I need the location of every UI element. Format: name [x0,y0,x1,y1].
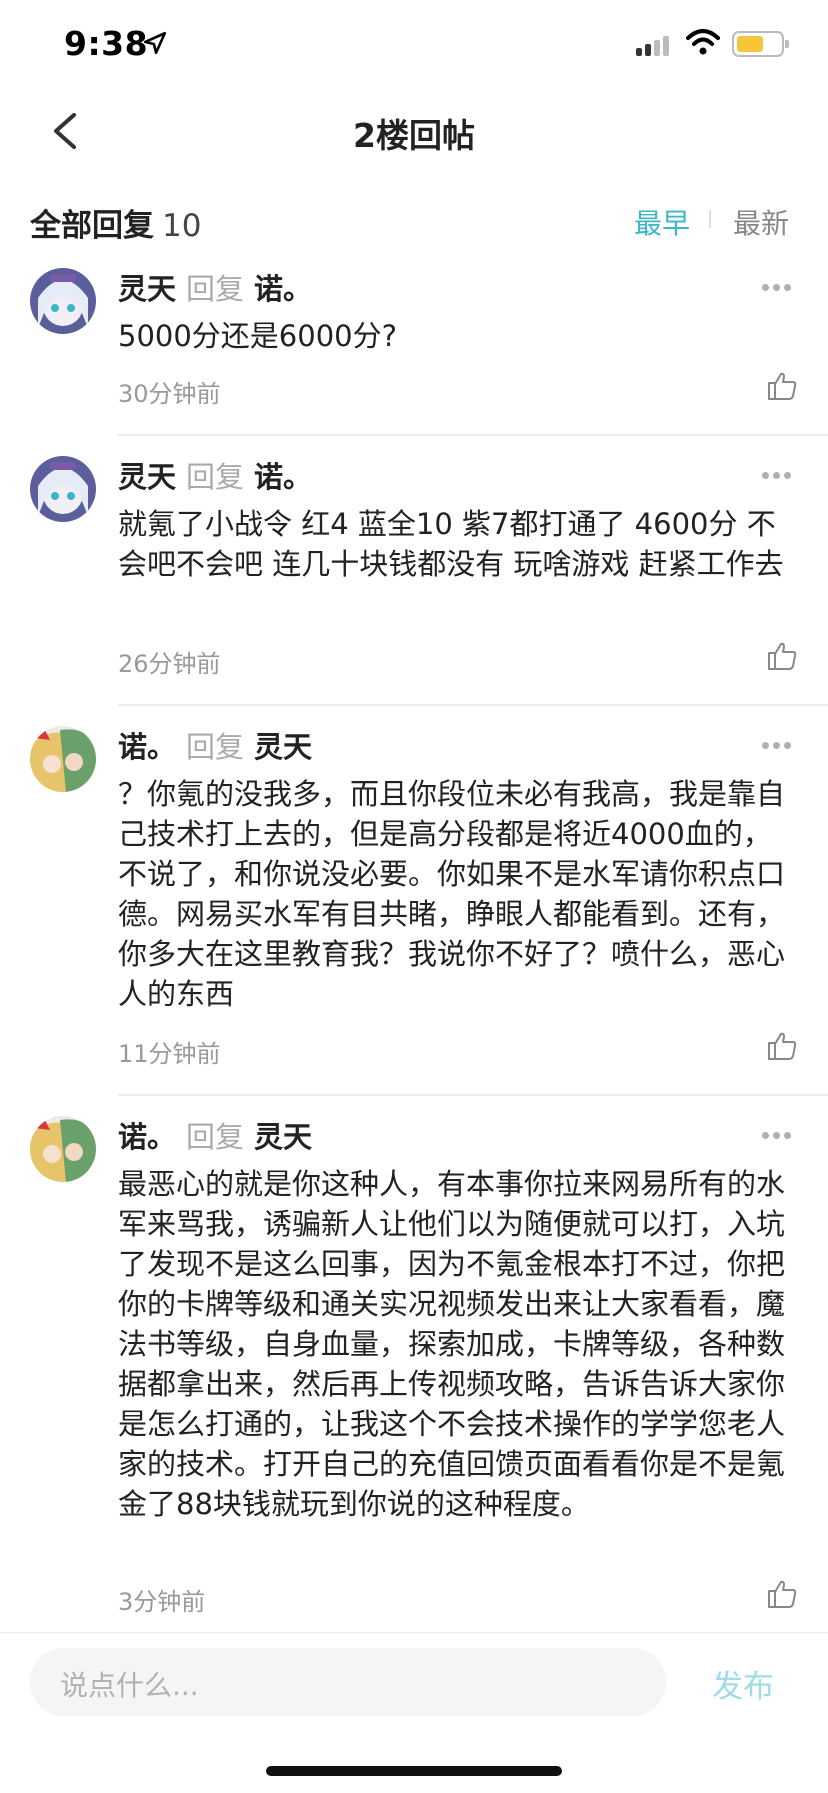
battery-icon [732,31,789,57]
total-count: 10 [162,208,202,244]
reply-keyword: 回复 [186,272,245,306]
publish-button[interactable]: 发布 [712,1661,774,1706]
reply-content: 就氪了小战令 红4 蓝全10 紫7都打通了 4600分 不会吧不会吧 连几十块钱… [118,507,784,581]
reply-time: 11分钟前 [118,1040,221,1068]
status-bar: 9:38 [0,0,828,90]
reply-time: 26分钟前 [118,650,221,678]
composer-bar: 说点什么... 发布 [0,1632,828,1793]
cellular-signal-icon [636,36,669,56]
thumbs-up-icon[interactable] [766,1578,798,1610]
reply-time: 3分钟前 [118,1588,206,1616]
thumbs-up-icon[interactable] [766,370,798,402]
reply-content: ？你氪的没我多，而且你段位未必有我高，我是靠自己技术打上去的，但是高分段都是将近… [118,777,786,1011]
sort-earliest-tab[interactable]: 最早 [634,202,690,242]
username[interactable]: 灵天 [118,460,176,494]
reply-user-line: 灵天 回复 诺。 [118,266,312,308]
more-options-icon[interactable] [762,284,792,294]
status-time: 9:38 [64,24,149,63]
thumbs-up-icon[interactable] [766,640,798,672]
total-replies: 全部回复 10 [30,200,201,245]
reply-user-line: 灵天 回复 诺。 [118,454,312,496]
reply-user-line: 诺。 回复 灵天 [118,724,312,766]
avatar[interactable] [30,456,96,522]
reply-content: 5000分还是6000分? [118,319,397,353]
reply-target-username[interactable]: 灵天 [254,1120,312,1154]
total-label: 全部回复 [30,208,154,244]
more-options-icon[interactable] [762,742,792,752]
avatar[interactable] [30,726,96,792]
home-indicator [266,1766,562,1776]
thumbs-up-icon[interactable] [766,1030,798,1062]
sort-divider [709,210,711,228]
reply-target-username[interactable]: 灵天 [254,730,312,764]
comment-input[interactable]: 说点什么... [30,1648,666,1716]
location-arrow-icon [143,31,167,55]
reply-target-username[interactable]: 诺。 [254,272,312,306]
reply-keyword: 回复 [186,1120,245,1154]
reply-target-username[interactable]: 诺。 [254,460,312,494]
reply-keyword: 回复 [186,730,245,764]
divider [118,704,828,706]
sort-latest-tab[interactable]: 最新 [733,202,789,242]
page-title: 2楼回帖 [353,116,475,155]
username[interactable]: 诺。 [118,730,176,764]
divider [118,1094,828,1096]
username[interactable]: 诺。 [118,1120,176,1154]
comment-placeholder: 说点什么... [60,1669,199,1702]
more-options-icon[interactable] [762,472,792,482]
username[interactable]: 灵天 [118,272,176,306]
avatar[interactable] [30,268,96,334]
more-options-icon[interactable] [762,1132,792,1142]
reply-keyword: 回复 [186,460,245,494]
reply-user-line: 诺。 回复 灵天 [118,1114,312,1156]
replies-header: 全部回复 10 最早 最新 [0,196,828,246]
avatar[interactable] [30,1116,96,1182]
divider [118,434,828,436]
reply-time: 30分钟前 [118,380,221,408]
wifi-icon [686,29,720,55]
reply-content: 最恶心的就是你这种人，有本事你拉来网易所有的水军来骂我，诱骗新人让他们以为随便就… [118,1167,786,1521]
nav-bar: 2楼回帖 [0,95,828,171]
